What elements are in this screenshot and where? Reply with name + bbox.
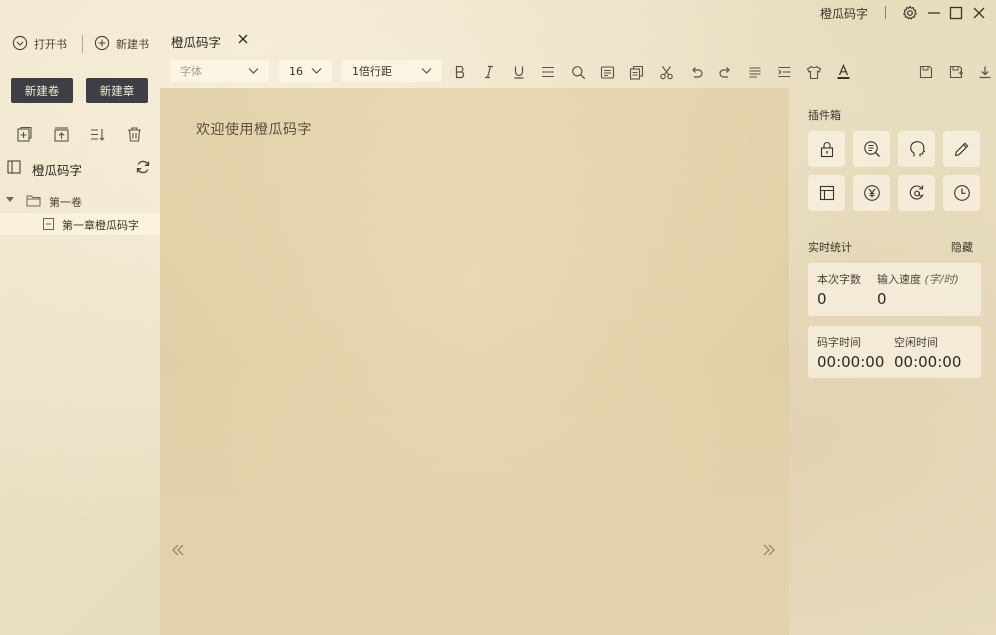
right-panel: 插件箱 实时统计 隐藏 本次字数 输入速度 (字/时) 0 0 码字时间 空闲时… [800, 100, 990, 635]
folder-icon [26, 194, 41, 210]
at-refresh-icon[interactable] [898, 175, 935, 211]
session-words-label: 本次字数 [817, 273, 861, 286]
comment-icon[interactable] [597, 62, 617, 82]
italic-icon[interactable] [479, 62, 499, 82]
time-stats-card: 码字时间 空闲时间 00:00:00 00:00:00 [808, 326, 981, 378]
sidebar-tools [14, 124, 154, 146]
idle-time-value: 00:00:00 [894, 353, 962, 371]
redo-icon[interactable] [715, 62, 735, 82]
word-stats-card: 本次字数 输入速度 (字/时) 0 0 [808, 263, 981, 316]
open-book-label: 打开书 [34, 38, 67, 51]
stats-title: 实时统计 [808, 241, 852, 254]
hide-stats-link[interactable]: 隐藏 [951, 239, 973, 255]
speed-value: 0 [877, 290, 887, 308]
layout-icon[interactable] [808, 175, 845, 211]
add-file-icon[interactable] [14, 124, 34, 144]
refresh-icon[interactable] [135, 159, 151, 178]
head-icon[interactable] [898, 131, 935, 167]
close-tab-icon[interactable] [236, 32, 250, 46]
speed-unit: (字/时) [924, 273, 959, 286]
new-chapter-button[interactable]: 新建章 [86, 78, 148, 103]
line-spacing-select[interactable]: 1倍行距 [342, 60, 442, 82]
font-color-icon[interactable] [833, 62, 853, 82]
lock-icon[interactable] [808, 131, 845, 167]
strikethrough-icon[interactable] [538, 62, 558, 82]
volume-item[interactable]: 第一卷 [0, 192, 160, 212]
book-panel-icon[interactable] [7, 160, 21, 177]
new-book-label: 新建书 [116, 38, 149, 51]
pencil-icon[interactable] [943, 131, 980, 167]
book-item[interactable]: 橙瓜码字 [0, 156, 160, 180]
caret-down-icon[interactable] [6, 197, 14, 202]
session-words-value: 0 [817, 290, 827, 308]
line-spacing-value: 1倍行距 [352, 65, 392, 78]
align-icon[interactable] [745, 62, 765, 82]
shirt-icon[interactable] [804, 62, 824, 82]
app-title: 橙瓜码字 [819, 7, 868, 21]
new-volume-button[interactable]: 新建卷 [11, 78, 73, 103]
sidebar: 新建卷 新建章 橙瓜码字 第一卷 第一章橙瓜码字 [0, 60, 160, 635]
trash-icon[interactable] [124, 124, 144, 144]
search-icon[interactable] [568, 62, 588, 82]
bookbar-divider [82, 35, 83, 53]
copy-icon[interactable] [626, 62, 646, 82]
tab-document[interactable]: 橙瓜码字 [160, 28, 256, 52]
save-icon[interactable] [916, 62, 936, 82]
double-chevron-right-icon[interactable] [761, 542, 777, 561]
open-book-button[interactable]: 打开书 [12, 34, 67, 54]
undo-icon[interactable] [686, 62, 706, 82]
font-family-value: 字体 [180, 65, 202, 78]
new-book-button[interactable]: 新建书 [94, 34, 149, 54]
title-separator [885, 6, 886, 19]
close-icon[interactable] [969, 3, 989, 23]
idle-time-label: 空闲时间 [894, 336, 938, 349]
volume-label: 第一卷 [49, 196, 82, 209]
font-size-value: 16 [289, 64, 303, 78]
save-as-icon[interactable] [946, 62, 966, 82]
chevron-down-icon [310, 64, 323, 80]
typing-time-label: 码字时间 [817, 336, 861, 349]
sort-icon[interactable] [87, 124, 107, 144]
title-bar: 橙瓜码字 [0, 0, 996, 26]
plus-circle-icon [94, 35, 110, 54]
chapter-label: 第一章橙瓜码字 [62, 219, 139, 232]
plugin-box-title: 插件箱 [808, 109, 841, 122]
font-family-select[interactable]: 字体 [170, 60, 269, 82]
speed-label-text: 输入速度 [877, 273, 921, 286]
speed-label: 输入速度 (字/时) [877, 271, 959, 287]
move-up-icon[interactable] [51, 124, 71, 144]
app-window: 橙瓜码字 打开书 新建书 橙瓜码字 新建卷 新建章 橙瓜码字 第一卷 第一章橙瓜… [0, 0, 996, 635]
chevron-down-icon [420, 64, 433, 80]
scissors-icon[interactable] [656, 62, 676, 82]
download-icon[interactable] [975, 62, 995, 82]
chevron-down-icon [247, 64, 260, 80]
chevron-circle-icon [12, 35, 28, 54]
typing-time-value: 00:00:00 [817, 353, 885, 371]
search-doc-icon[interactable] [853, 131, 890, 167]
yuan-icon[interactable] [853, 175, 890, 211]
editor-area[interactable]: 欢迎使用橙瓜码字 [160, 88, 789, 635]
chapter-item[interactable]: 第一章橙瓜码字 [0, 213, 160, 235]
indent-icon[interactable] [774, 62, 794, 82]
underline-icon[interactable] [509, 62, 529, 82]
gear-icon[interactable] [900, 3, 920, 23]
double-chevron-left-icon[interactable] [170, 542, 186, 561]
document-icon [43, 218, 54, 233]
tab-label: 橙瓜码字 [171, 35, 222, 50]
editor-text: 欢迎使用橙瓜码字 [196, 122, 312, 138]
font-size-select[interactable]: 16 [279, 60, 332, 82]
maximize-icon[interactable] [946, 3, 966, 23]
book-title: 橙瓜码字 [32, 163, 83, 178]
format-toolbar: 字体 16 1倍行距 [160, 58, 996, 86]
bold-icon[interactable] [450, 62, 470, 82]
minimize-icon[interactable] [924, 3, 944, 23]
clock-icon[interactable] [943, 175, 980, 211]
